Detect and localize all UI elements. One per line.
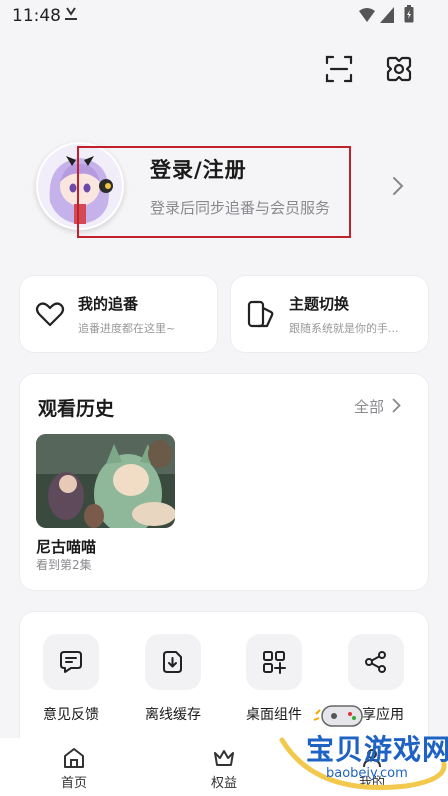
desktop-widget-button[interactable] <box>246 634 302 690</box>
status-time: 11:48 <box>12 6 61 26</box>
tab-label: 权益 <box>210 776 237 791</box>
theme-icon <box>247 300 274 328</box>
feedback-button[interactable] <box>43 634 99 690</box>
login-title[interactable]: 登录/注册 <box>150 154 247 184</box>
card-theme-switch[interactable]: 主题切换 跟随系统就是你的手... <box>231 276 428 352</box>
login-subtitle: 登录后同步追番与会员服务 <box>150 199 331 217</box>
home-icon <box>64 748 84 768</box>
crown-icon <box>214 750 234 766</box>
history-item-progress: 看到第2集 <box>36 558 92 572</box>
tool-label: 离线缓存 <box>145 707 201 723</box>
history-thumbnail[interactable] <box>36 434 175 528</box>
card-title: 我的追番 <box>78 295 139 313</box>
heart-icon <box>35 302 65 327</box>
download-icon <box>163 651 182 673</box>
card-my-follow[interactable]: 我的追番 追番进度都在这里~ <box>20 276 217 352</box>
tool-label: 意见反馈 <box>43 707 99 723</box>
chevron-right-icon[interactable] <box>392 398 401 413</box>
signal-icon <box>359 7 394 23</box>
tab-benefits[interactable]: 权益 <box>184 738 264 796</box>
settings-icon[interactable] <box>384 54 414 84</box>
watermark: 宝贝游戏网 baobeiy.com <box>276 700 448 796</box>
tab-home[interactable]: 首页 <box>34 738 114 796</box>
watermark-url: baobeiy.com <box>326 766 408 781</box>
offline-cache-button[interactable] <box>145 634 201 690</box>
tab-label: 首页 <box>60 776 87 791</box>
anime-thumbnail-image <box>36 434 175 528</box>
chevron-right-icon[interactable] <box>392 176 404 196</box>
feedback-icon <box>60 651 82 673</box>
history-title: 观看历史 <box>38 398 115 420</box>
card-subtitle: 追番进度都在这里~ <box>78 322 176 335</box>
share-app-button[interactable] <box>348 634 404 690</box>
battery-icon <box>404 5 414 23</box>
card-title: 主题切换 <box>289 295 350 313</box>
scan-icon[interactable] <box>324 54 354 84</box>
status-bar: 11:48 <box>0 0 448 34</box>
share-icon <box>365 651 386 673</box>
history-item-title[interactable]: 尼古喵喵 <box>36 536 96 557</box>
watermark-name: 宝贝游戏网 <box>306 733 448 766</box>
download-status-icon <box>65 7 77 20</box>
card-subtitle: 跟随系统就是你的手... <box>289 322 399 335</box>
history-all-link[interactable]: 全部 <box>354 396 384 417</box>
history-card: 观看历史 全部 尼古喵喵 看到第2集 <box>20 374 428 590</box>
widget-icon <box>263 651 286 674</box>
